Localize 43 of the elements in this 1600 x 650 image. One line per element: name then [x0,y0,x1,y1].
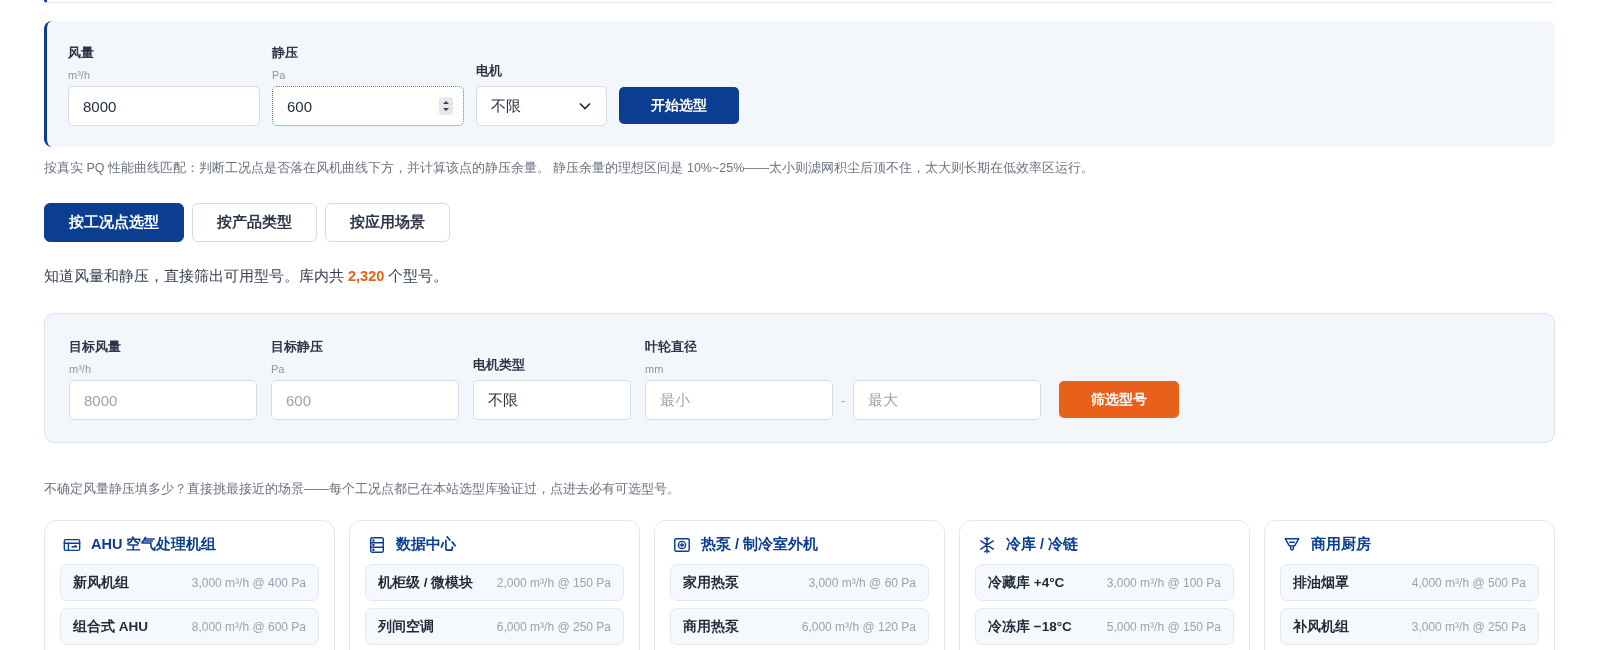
field-label: 静压 [272,44,299,62]
number-field[interactable]: 600 [272,86,464,126]
field-label: 目标风量 [69,338,122,356]
card-title: 热泵 / 制冷室外机 [701,535,819,554]
card-title: 冷库 / 冷链 [1006,535,1079,554]
unit-label: mm [645,362,665,376]
unit-label: m³/h [68,68,91,82]
unit-label: m³/h [69,362,92,376]
scenario-item[interactable]: 冷藏库 +4°C 3,000 m³/h @ 100 Pa [975,564,1234,601]
scenario-item[interactable]: 家用热泵 3,000 m³/h @ 60 Pa [670,564,929,601]
unit-label: Pa [271,362,286,376]
card-title: 商用厨房 [1311,535,1371,554]
card-title: 数据中心 [396,535,456,554]
scenario-item[interactable]: 冷冻库 −18°C 5,000 m³/h @ 150 Pa [975,608,1234,645]
motor-select[interactable]: 不限 [473,380,631,420]
snowflake-icon [978,535,996,554]
field-label: 叶轮直径 [645,338,698,356]
field-label: 风量 [68,44,95,62]
hint-text: 按真实 PQ 性能曲线匹配：判断工况点是否落在风机曲线下方，并计算该点的静压余量。 静压余量的理想区间是 10%~25%——太小则滤网积尘后顶不住，太大则长期在低效率区运行。 [44,160,1096,177]
start-button[interactable]: 开始选型 [619,87,739,124]
scenario-item[interactable]: 列间空调 6,000 m³/h @ 250 Pa [365,608,624,645]
tab[interactable]: 按工况点选型 [44,203,184,242]
scenario-item[interactable]: 组合式 AHU 8,000 m³/h @ 600 Pa [60,608,319,645]
card-title: AHU 空气处理机组 [91,535,217,554]
field-label: 目标静压 [271,338,324,356]
hint-text: 不确定风量静压填多少？直接挑最接近的场景——每个工况点都已在本站选型库验证过，点进去必有可选型号。 [44,481,681,498]
tab[interactable]: 按产品类型 [192,203,317,242]
scenario-item[interactable]: 排油烟罩 4,000 m³/h @ 500 Pa [1280,564,1539,601]
summary-text: 知道风量和静压，直接筛出可用型号。库内共 2,320 个型号。 [44,267,450,286]
scenario-item[interactable]: 新风机组 3,000 m³/h @ 400 Pa [60,564,319,601]
motor-select[interactable]: 不限 [476,86,607,126]
field-label: 电机类型 [473,356,526,374]
field-label: 电机 [476,62,503,80]
fan-unit-icon [673,535,691,554]
unit-label: Pa [272,68,287,82]
tab[interactable]: 按应用场景 [325,203,450,242]
spinner-icon[interactable] [439,97,453,115]
number-field[interactable]: 8000 [68,86,260,126]
scenario-item[interactable]: 商用热泵 6,000 m³/h @ 120 Pa [670,608,929,645]
scenario-item[interactable]: 补风机组 3,000 m³/h @ 250 Pa [1280,608,1539,645]
server-icon [368,535,386,554]
scenario-item[interactable]: 机柜级 / 微模块 2,000 m³/h @ 150 Pa [365,564,624,601]
range-dash: - [841,392,846,408]
